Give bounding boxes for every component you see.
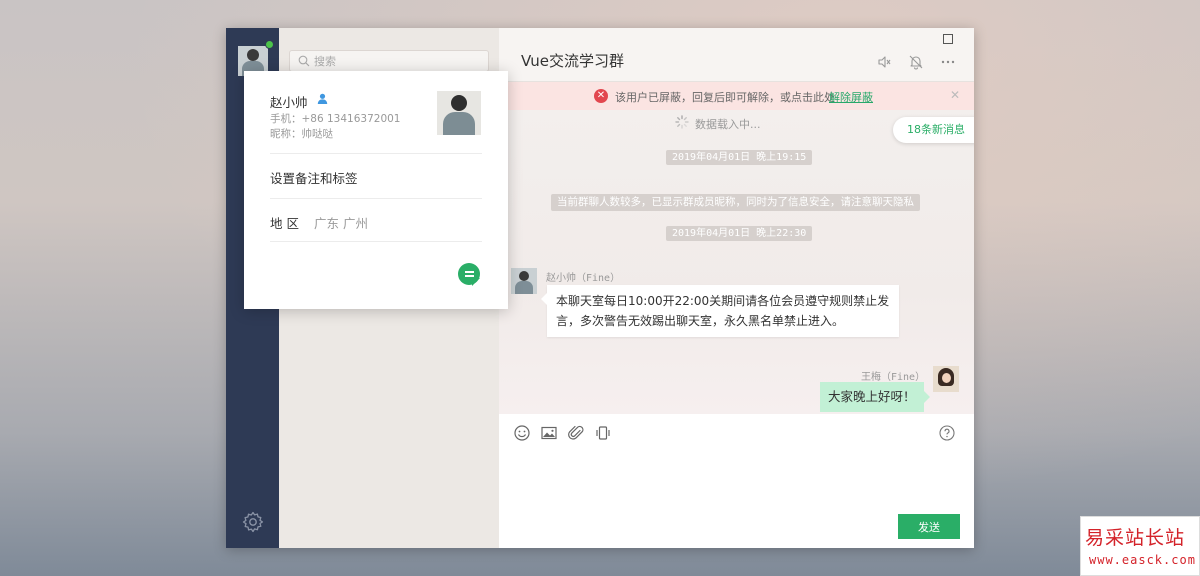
chat-panel: Vue交流学习群 ✕ 该用户已屏蔽，回复后即可解除，或点击此处 解除屏蔽 ✕ 数… bbox=[499, 28, 974, 548]
message-bubble-self: 大家晚上好呀！ bbox=[820, 382, 930, 412]
set-remark-tags[interactable]: 设置备注和标签 bbox=[270, 168, 358, 187]
emoji-icon[interactable] bbox=[513, 424, 531, 442]
male-user-icon bbox=[317, 93, 328, 104]
loading-indicator: 数据载入中... bbox=[675, 115, 761, 132]
blocked-notice-text: 该用户已屏蔽，回复后即可解除，或点击此处 bbox=[615, 91, 835, 104]
bell-off-icon[interactable] bbox=[908, 54, 924, 70]
site-watermark: 易采站长站 www.easck.com bbox=[1080, 516, 1200, 576]
maximize-button[interactable] bbox=[943, 34, 953, 44]
shake-vibrate-icon[interactable] bbox=[594, 424, 612, 442]
region-value: 广东 广州 bbox=[314, 216, 368, 231]
more-options-icon[interactable] bbox=[940, 54, 956, 70]
sender-name: 赵小帅（Fine） bbox=[546, 273, 621, 284]
speaker-mute-icon[interactable] bbox=[876, 54, 892, 70]
chat-title: Vue交流学习群 bbox=[521, 52, 624, 70]
photo-body bbox=[443, 112, 475, 135]
help-icon[interactable] bbox=[938, 424, 956, 442]
avatar-face bbox=[942, 373, 951, 383]
message-bubble: 本聊天室每日10:00开22:00关期间请各位会员遵守规则禁止发言，多次警告无效… bbox=[541, 285, 899, 337]
send-message-chat-icon[interactable] bbox=[458, 263, 480, 286]
send-button[interactable]: 发送 bbox=[898, 514, 960, 539]
error-icon: ✕ bbox=[594, 89, 608, 103]
region-label: 地 区 bbox=[270, 216, 299, 231]
system-notice: 当前群聊人数较多，已显示群成员昵称，同时为了信息安全，请注意聊天隐私 bbox=[551, 194, 920, 211]
sender-avatar[interactable] bbox=[511, 268, 537, 294]
close-notice-icon[interactable]: ✕ bbox=[950, 88, 960, 102]
avatar-body bbox=[515, 281, 533, 294]
spinner-icon bbox=[675, 115, 689, 129]
search-icon bbox=[298, 55, 310, 67]
search-box[interactable] bbox=[289, 50, 489, 72]
profile-popup: 赵小帅 手机：+86 13416372001 昵称：帅哒哒 设置备注和标签 地 … bbox=[244, 71, 508, 309]
profile-photo[interactable] bbox=[437, 91, 481, 135]
chat-icon-line bbox=[465, 271, 474, 273]
chat-icon-line bbox=[465, 275, 474, 277]
watermark-brand: 易采站长站 bbox=[1085, 527, 1186, 549]
message-input-area[interactable]: 发送 bbox=[499, 414, 974, 548]
divider bbox=[270, 198, 482, 199]
search-input[interactable] bbox=[314, 53, 484, 69]
image-icon[interactable] bbox=[540, 424, 558, 442]
unblock-link[interactable]: 解除屏蔽 bbox=[829, 89, 873, 105]
profile-nickname: 昵称：帅哒哒 bbox=[270, 128, 333, 140]
sender-avatar[interactable] bbox=[933, 366, 959, 392]
photo-head bbox=[451, 95, 467, 111]
profile-name: 赵小帅 bbox=[270, 95, 308, 110]
avatar-head bbox=[519, 271, 529, 281]
blocked-notice-bar: ✕ 该用户已屏蔽，回复后即可解除，或点击此处 解除屏蔽 ✕ bbox=[499, 82, 974, 110]
timestamp-tag: 2019年04月01日 晚上19:15 bbox=[666, 150, 813, 165]
watermark-url: www.easck.com bbox=[1089, 553, 1196, 567]
divider bbox=[270, 153, 482, 154]
settings-gear-icon[interactable] bbox=[241, 510, 265, 534]
new-messages-button[interactable]: 18条新消息 bbox=[893, 117, 974, 143]
timestamp-tag: 2019年04月01日 晚上22:30 bbox=[666, 226, 813, 241]
attachment-icon[interactable] bbox=[567, 424, 585, 442]
avatar-head bbox=[247, 49, 259, 61]
profile-phone: 手机：+86 13416372001 bbox=[270, 113, 401, 125]
divider bbox=[270, 241, 482, 242]
online-status-dot bbox=[265, 40, 274, 49]
chat-header: Vue交流学习群 bbox=[499, 28, 974, 82]
sender-name: 王梅（Fine） bbox=[861, 372, 926, 383]
loading-text: 数据载入中... bbox=[695, 118, 761, 131]
